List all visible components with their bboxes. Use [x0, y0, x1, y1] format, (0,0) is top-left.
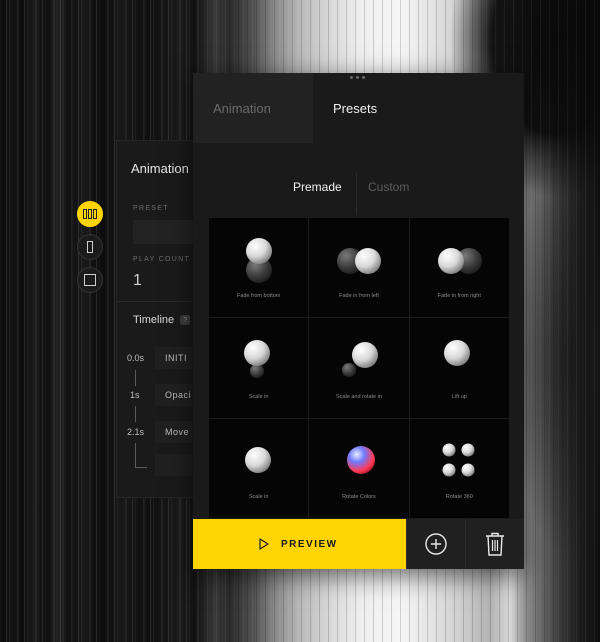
panel-tabs: Animation Presets — [193, 73, 524, 143]
timeline-label: Timeline — [133, 314, 175, 326]
presets-panel: Animation Presets Premade Custom Fade fr… — [193, 73, 524, 569]
preset-card[interactable]: Fade in from left — [309, 218, 409, 318]
preset-label: Fade in from right — [437, 293, 481, 300]
preset-card[interactable]: Scale in — [209, 418, 309, 518]
preset-grid: Fade from bottom Fade in from left Fade … — [209, 218, 509, 518]
timeline-time: 0.0s — [127, 353, 145, 363]
preset-card[interactable]: Scale and rotate in — [309, 318, 409, 418]
trash-icon — [486, 532, 504, 556]
preview-label: PREVIEW — [281, 538, 338, 550]
preset-card[interactable]: Rotate 360 — [409, 418, 509, 518]
timeline-connector — [135, 406, 136, 422]
scale-and-rotate-in-icon — [342, 342, 379, 378]
preset-card[interactable]: Fade from bottom — [209, 218, 309, 318]
preset-card[interactable]: Fade in from right — [409, 218, 509, 318]
layout-single-button[interactable] — [77, 234, 103, 260]
preset-card[interactable]: Rotate Colors — [309, 418, 409, 518]
timeline-connector — [135, 370, 136, 386]
rotate-360-icon — [442, 443, 475, 477]
preset-label: PRESET — [133, 205, 169, 212]
preset-card[interactable]: Scale in — [209, 318, 309, 418]
lift-up-icon — [443, 340, 470, 367]
preset-label: Scale and rotate in — [336, 393, 382, 400]
columns-icon — [83, 209, 97, 219]
fade-in-from-right-icon — [437, 248, 482, 274]
delete-preset-button[interactable] — [465, 519, 524, 569]
action-bar: PREVIEW — [193, 519, 524, 569]
preset-label: Scale in — [248, 494, 269, 500]
scale-in-icon — [244, 340, 270, 379]
play-count-label: PLAY COUNT — [133, 256, 191, 263]
layout-square-button[interactable] — [77, 267, 103, 293]
timeline-connector — [135, 467, 147, 468]
timeline-connector — [135, 443, 136, 467]
play-icon — [259, 538, 269, 550]
preset-label: Fade from bottom — [236, 293, 281, 300]
subtab-divider — [356, 173, 357, 215]
preset-label: Scale in — [248, 393, 269, 400]
subtab-premade[interactable]: Premade — [293, 180, 342, 194]
preset-label: Lift up — [451, 393, 467, 400]
add-preset-button[interactable] — [406, 519, 465, 569]
animation-panel-title: Animation — [131, 161, 189, 176]
preview-button[interactable]: PREVIEW — [193, 519, 406, 569]
tab-animation[interactable]: Animation — [193, 73, 313, 143]
rotate-colors-icon — [347, 445, 376, 474]
fade-from-bottom-icon — [246, 238, 272, 283]
scale-in-icon — [245, 446, 271, 473]
preset-card[interactable]: Lift up — [409, 318, 509, 418]
help-icon[interactable]: ? — [180, 315, 191, 325]
square-icon — [84, 274, 96, 286]
subtab-custom[interactable]: Custom — [368, 180, 409, 194]
preset-subtabs: Premade Custom — [193, 173, 524, 215]
tab-presets[interactable]: Presets — [313, 73, 433, 143]
layout-columns-button[interactable] — [77, 201, 103, 227]
play-count-value[interactable]: 1 — [133, 272, 142, 290]
drag-handle[interactable] — [350, 76, 365, 79]
single-column-icon — [87, 241, 93, 253]
timeline-time: 1s — [130, 390, 140, 400]
timeline-heading: Timeline ? — [133, 314, 191, 326]
preset-label: Fade in from left — [339, 293, 379, 300]
plus-circle-icon — [425, 533, 447, 555]
preset-label: Rotate 360 — [445, 494, 473, 500]
preset-label: Rotate Colors — [342, 494, 376, 500]
timeline-time: 2.1s — [127, 427, 145, 437]
fade-in-from-left-icon — [337, 248, 382, 274]
